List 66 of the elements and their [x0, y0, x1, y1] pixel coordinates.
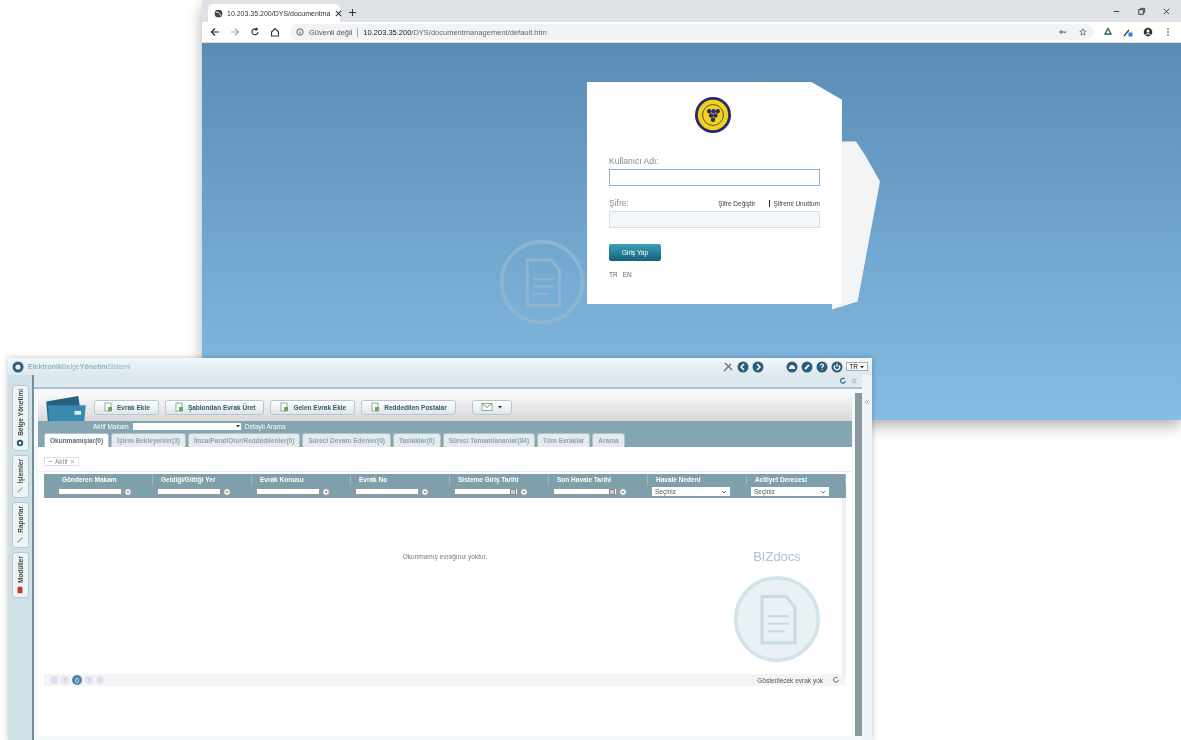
filter-field[interactable] [58, 488, 122, 495]
scrollbar[interactable] [855, 393, 862, 736]
caret-icon [234, 423, 241, 429]
tools-icon[interactable] [722, 360, 735, 373]
cloud-circle-icon[interactable] [786, 360, 799, 373]
mail-dropdown-button[interactable] [471, 399, 512, 415]
new-tab-icon[interactable] [348, 8, 357, 17]
filter-icon[interactable] [322, 487, 330, 496]
last-page-icon[interactable] [96, 676, 104, 684]
password-label: Şifre: [609, 198, 630, 208]
caret-icon [859, 363, 865, 370]
next-page-icon[interactable] [85, 676, 93, 684]
filter-field[interactable] [157, 488, 221, 495]
close-icon[interactable] [1162, 7, 1171, 16]
refresh-icon[interactable] [839, 377, 847, 385]
back-arrow-icon[interactable] [210, 27, 220, 37]
minus-icon [48, 459, 53, 464]
help-circle-icon[interactable] [816, 360, 829, 373]
star-icon[interactable] [1079, 28, 1087, 36]
globe-icon [214, 8, 223, 18]
filter-field[interactable] [355, 488, 419, 495]
account-icon[interactable] [1143, 27, 1153, 37]
seal-logo-icon [693, 96, 732, 134]
pen-icon [16, 486, 24, 495]
forward-arrow-icon[interactable] [230, 27, 240, 37]
collapse-icon[interactable] [864, 399, 870, 405]
document-icon [370, 402, 381, 412]
refresh-icon[interactable] [832, 676, 840, 684]
filter-icon[interactable] [124, 487, 132, 496]
reload-icon[interactable] [250, 27, 260, 37]
calendar-icon[interactable] [510, 488, 516, 495]
document-icon [279, 402, 290, 412]
power-circle-icon[interactable] [831, 360, 844, 373]
close-icon[interactable] [334, 9, 342, 17]
filter-field[interactable] [256, 488, 320, 495]
restore-icon[interactable] [1137, 7, 1146, 16]
forward-circle-icon[interactable] [752, 360, 765, 373]
collapse-icon[interactable] [850, 377, 858, 385]
chevron-down-icon [820, 488, 826, 495]
book-icon [16, 586, 24, 595]
active-role-dropdown[interactable] [132, 422, 241, 430]
date-field[interactable] [553, 488, 617, 495]
app-logo-icon [12, 360, 24, 373]
document-icon [173, 402, 184, 412]
envelope-icon [480, 401, 493, 413]
filter-icon[interactable] [619, 487, 627, 496]
chevron-down-icon [721, 488, 727, 495]
username-label: Kullanıcı Adı: [609, 156, 660, 166]
username-field[interactable] [609, 169, 820, 186]
previous-page-icon[interactable] [61, 676, 69, 684]
first-page-icon[interactable] [50, 676, 58, 684]
key-icon[interactable] [1059, 28, 1067, 36]
brand-text: BIZdocs [753, 549, 801, 564]
caret-icon [496, 404, 503, 410]
document-icon [103, 402, 113, 412]
pen-icon [16, 536, 24, 545]
filter-icon[interactable] [421, 487, 429, 496]
password-field[interactable] [609, 211, 820, 228]
date-field[interactable] [454, 488, 518, 495]
back-circle-icon[interactable] [737, 360, 750, 373]
calendar-icon[interactable] [609, 488, 615, 495]
filter-icon[interactable] [520, 487, 528, 496]
home-icon[interactable] [270, 27, 280, 37]
filter-icon[interactable] [223, 487, 231, 496]
gear-icon [16, 438, 24, 447]
info-icon [296, 28, 304, 36]
